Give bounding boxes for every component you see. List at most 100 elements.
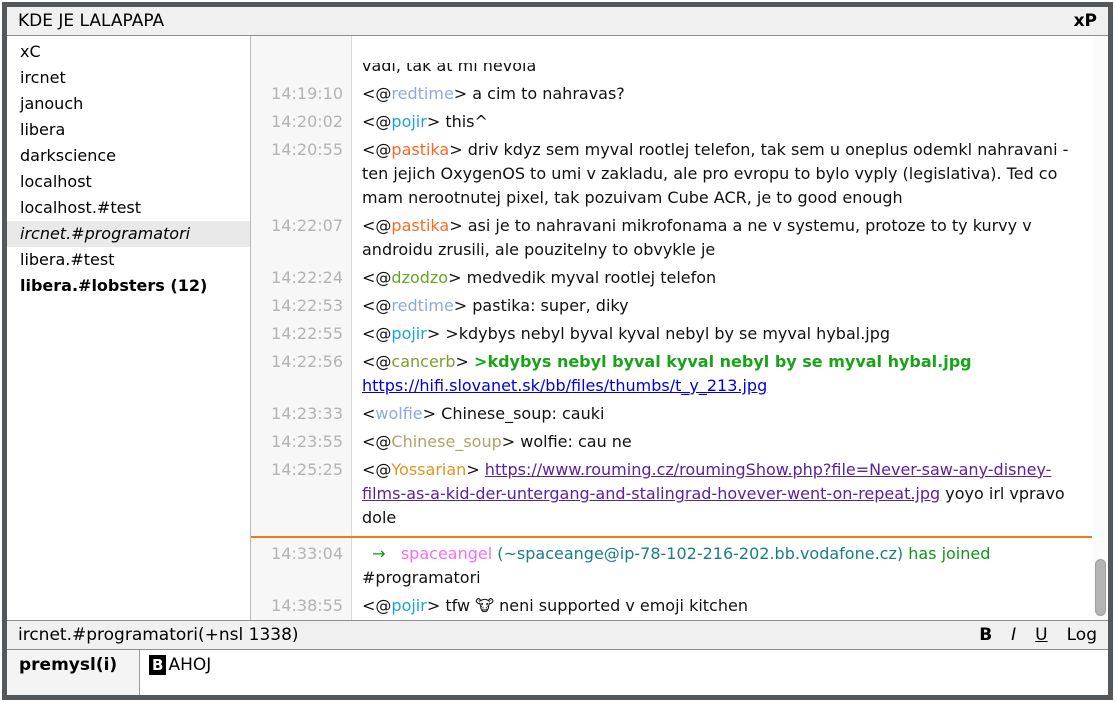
underline-button[interactable]: U: [1035, 625, 1047, 645]
message-row: 14:22:56<@cancerb> >kdybys nebyl byval k…: [251, 350, 1092, 398]
timestamp: 14:22:56: [251, 350, 352, 398]
timestamp: 14:23:33: [251, 402, 352, 426]
text-segment: [972, 352, 977, 371]
title-bar: KDE JE LALAPAPA xP: [7, 7, 1108, 36]
nick: pojir: [391, 324, 426, 343]
message-body: <@pojir> tfw 🐮 neni supported v emoji ki…: [352, 594, 1092, 618]
format-buttons: BIU Log: [979, 625, 1097, 645]
timestamp: 14:22:55: [251, 322, 352, 346]
text-segment: <@: [362, 324, 391, 343]
bold-button[interactable]: B: [979, 625, 992, 645]
nick: redtime: [391, 84, 453, 103]
sidebar-item-localhost[interactable]: localhost: [7, 169, 250, 195]
text-segment: →: [362, 544, 401, 563]
message-row: 14:19:10<@redtime> a cim to nahravas?: [251, 82, 1092, 106]
text-segment: >kdybys nebyl byval kyval nebyl by se my…: [474, 352, 972, 371]
message-body: <@Chinese_soup> wolfie: cau ne: [352, 430, 1092, 454]
sidebar-item-localhost-test[interactable]: localhost.#test: [7, 195, 250, 221]
text-segment: <@: [362, 296, 391, 315]
timestamp: 14:22:24: [251, 266, 352, 290]
sidebar-item-libera-test[interactable]: libera.#test: [7, 247, 250, 273]
app-name: xP: [1074, 11, 1097, 31]
message-row: 14:20:55<@pastika> driv kdyz sem myval r…: [251, 138, 1092, 210]
sidebar-item-xc[interactable]: xC: [7, 39, 250, 65]
text-segment: <: [362, 404, 375, 423]
timestamp: 14:20:55: [251, 138, 352, 210]
text-segment: <@: [362, 112, 391, 131]
message-body: <wolfie> Chinese_soup: cauki: [352, 402, 1092, 426]
message-row: 14:20:02<@pojir> this^: [251, 110, 1092, 134]
message-body: <@redtime> a cim to nahravas?: [352, 82, 1092, 106]
message-row: 14:33:04 → spaceangel (~spaceange@ip-78-…: [251, 542, 1092, 590]
nick: dzodzo: [391, 268, 448, 287]
nick: pojir: [391, 596, 426, 615]
scrollbar-thumb[interactable]: [1095, 559, 1106, 616]
text-segment: > >kdybys nebyl byval kyval nebyl by se …: [427, 324, 890, 343]
text-segment: has joined: [908, 544, 990, 563]
nick: pojir: [391, 112, 426, 131]
channel-info: ircnet.#programatori(+nsl 1338): [18, 625, 299, 645]
status-bar: ircnet.#programatori(+nsl 1338) BIU Log: [7, 620, 1108, 649]
input-row: premysl(i) BAHOJ: [7, 649, 1108, 695]
text-segment: (~spaceange@ip-78-102-216-202.bb.vodafon…: [497, 544, 903, 563]
text-segment: > pastika: super, diky: [454, 296, 629, 315]
message-body: <@dzodzo> medvedik myval rootlej telefon: [352, 266, 1092, 290]
timestamp: 14:33:04: [251, 542, 352, 590]
sidebar-item-janouch[interactable]: janouch: [7, 91, 250, 117]
unread-marker-line: [251, 536, 1092, 538]
text-segment: <@: [362, 596, 391, 615]
message-row: 14:23:55<@Chinese_soup> wolfie: cau ne: [251, 430, 1092, 454]
input-value: AHOJ: [168, 655, 211, 675]
text-segment: > this^: [427, 112, 488, 131]
scrollbar-track[interactable]: [1093, 36, 1108, 620]
text-segment: <@: [362, 432, 391, 451]
message-body: <@Yossarian> https://www.rouming.cz/roum…: [352, 458, 1092, 530]
sidebar-item-libera[interactable]: libera: [7, 117, 250, 143]
text-segment: > wolfie: cau ne: [502, 432, 632, 451]
message-body: <@pojir> this^: [352, 110, 1092, 134]
text-segment: >: [466, 460, 485, 479]
timestamp: 14:22:07: [251, 214, 352, 262]
nick: pastika: [391, 140, 449, 159]
text-segment: <@: [362, 352, 391, 371]
nick: wolfie: [375, 404, 422, 423]
timestamp: 14:23:55: [251, 430, 352, 454]
message-row: 14:23:33<wolfie> Chinese_soup: cauki: [251, 402, 1092, 426]
timestamp: 14:19:10: [251, 82, 352, 106]
chat-area: vadi, tak at mi nevola14:19:10<@redtime>…: [251, 36, 1108, 620]
text-segment: <@: [362, 140, 391, 159]
message-body: → spaceangel (~spaceange@ip-78-102-216-2…: [352, 542, 1092, 590]
window-title: KDE JE LALAPAPA: [18, 11, 164, 31]
text-segment: neni supported v emoji kitchen: [494, 596, 748, 615]
sidebar-item-ircnet[interactable]: ircnet: [7, 65, 250, 91]
timestamp: 14:22:53: [251, 294, 352, 318]
message-row: 14:22:53<@redtime> pastika: super, diky: [251, 294, 1092, 318]
message-row: vadi, tak at mi nevola: [251, 63, 1092, 78]
text-segment: <@: [362, 268, 391, 287]
message-link[interactable]: https://hifi.slovanet.sk/bb/files/thumbs…: [362, 376, 767, 395]
text-segment: <@: [362, 216, 391, 235]
sidebar-item-darkscience[interactable]: darkscience: [7, 143, 250, 169]
irc-client-window: KDE JE LALAPAPA xP xCircnetjanouchlibera…: [2, 2, 1113, 700]
message-row: 14:38:55<@pojir> tfw 🐮 neni supported v …: [251, 594, 1092, 618]
timestamp: 14:38:55: [251, 594, 352, 618]
message-body: <@pastika> driv kdyz sem myval rootlej t…: [352, 138, 1092, 210]
log-button[interactable]: Log: [1067, 625, 1097, 645]
nick: cancerb: [391, 352, 455, 371]
text-segment: >: [456, 352, 475, 371]
channel-list: xCircnetjanouchliberadarksciencelocalhos…: [7, 36, 251, 620]
italic-button[interactable]: I: [1011, 625, 1016, 645]
message-row: 14:25:25<@Yossarian> https://www.rouming…: [251, 458, 1092, 530]
message-body: <@cancerb> >kdybys nebyl byval kyval neb…: [352, 350, 1092, 398]
nick: pastika: [391, 216, 449, 235]
sidebar-item-ircnet-programatori[interactable]: ircnet.#programatori: [7, 221, 250, 247]
text-segment: <@: [362, 84, 391, 103]
timestamp: 14:20:02: [251, 110, 352, 134]
sidebar-item-libera-lobsters-12-[interactable]: libera.#lobsters (12): [7, 273, 250, 299]
text-segment: > medvedik myval rootlej telefon: [448, 268, 716, 287]
message-row: 14:22:55 <@pojir> >kdybys nebyl byval kyv…: [251, 322, 1092, 346]
message-input[interactable]: BAHOJ: [140, 650, 1108, 695]
message-body: vadi, tak at mi nevola: [352, 63, 1092, 78]
text-segment: > driv kdyz sem myval rootlej telefon, t…: [362, 140, 1073, 207]
nick: Chinese_soup: [391, 432, 501, 451]
